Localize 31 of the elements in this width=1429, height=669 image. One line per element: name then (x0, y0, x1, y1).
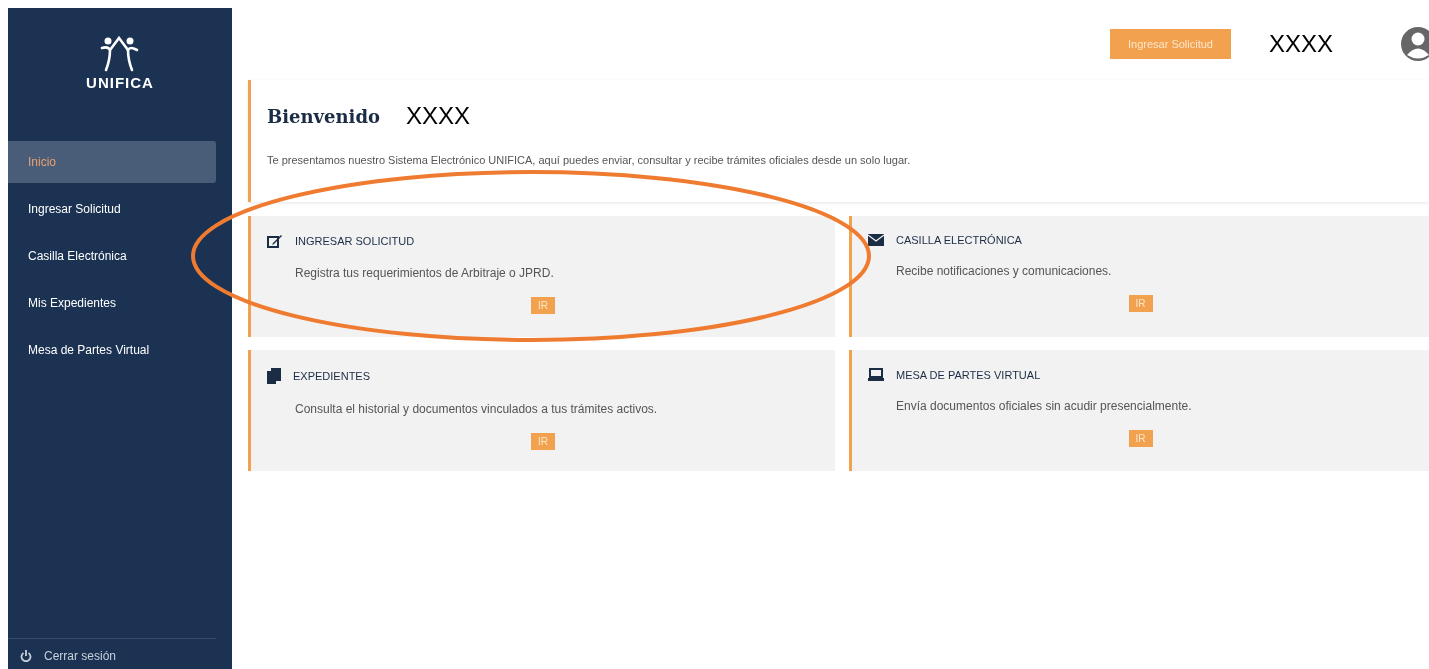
card-text: Consulta el historial y documentos vinculados a tus trámites activos. (295, 402, 659, 416)
sidebar-item[interactable]: Ingresar Solicitud (8, 188, 216, 230)
card-title: CASILLA ELECTRÓNICA (896, 234, 1022, 246)
card-text: Registra tus requerimientos de Arbitraje o JPRD. (295, 266, 555, 280)
ir-button[interactable]: IR (1128, 430, 1153, 447)
sidebar-item[interactable]: Mis Expedientes (8, 282, 216, 324)
card-title: MESA DE PARTES VIRTUAL (896, 368, 1041, 381)
logo-text: UNIFICA (86, 74, 154, 91)
card-text: Envía documentos oficiales sin acudir presencialmente. (896, 399, 1193, 413)
ir-button[interactable]: IR (531, 297, 555, 314)
welcome-text: Te presentamos nuestro Sistema Electrónico UNIFICA, aquí puedes enviar, consultar y recibe trámites oficiales desde un solo lugar. (267, 154, 912, 166)
ir-button[interactable]: IR (531, 433, 555, 450)
logo-icon (100, 36, 140, 72)
welcome-title: Bienvenido (267, 105, 381, 127)
envelope-icon (868, 234, 884, 246)
ir-button[interactable]: IR (1128, 295, 1153, 312)
sidebar-item[interactable]: Casilla Electrónica (8, 235, 216, 277)
laptop-icon (868, 368, 884, 381)
edit-icon (267, 234, 283, 248)
card-title: INGRESAR SOLICITUD (295, 235, 415, 247)
logout-link[interactable]: Cerrar sesión (8, 638, 216, 669)
card-title: EXPEDIENTES (293, 370, 371, 382)
avatar-icon[interactable] (1401, 26, 1429, 62)
ingresar-button[interactable]: Ingresar Solicitud (1109, 29, 1231, 59)
user-name: XXXX (1268, 30, 1333, 58)
sidebar-item[interactable]: Mesa de Partes Virtual (8, 329, 216, 371)
welcome-name: XXXX (406, 102, 471, 130)
documents-icon (267, 368, 281, 384)
card-text: Recibe notificaciones y comunicaciones. (896, 264, 1113, 278)
power-icon (20, 650, 32, 662)
sidebar-item[interactable]: Inicio (8, 141, 216, 183)
